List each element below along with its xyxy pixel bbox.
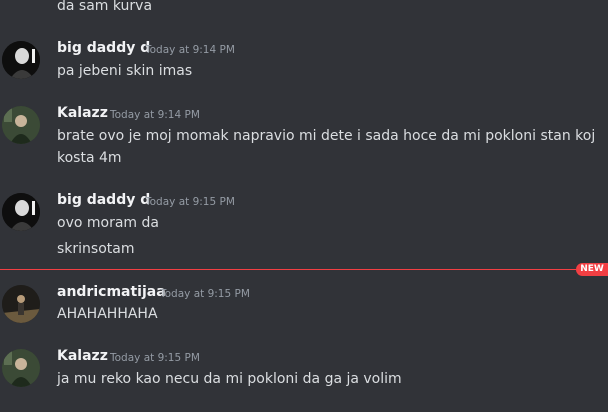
- message-text: kosta 4m: [57, 150, 122, 166]
- message-text: ovo moram da: [57, 215, 159, 231]
- avatar[interactable]: [2, 193, 40, 231]
- chat-messages: da sam kurva big daddy d Today at 9:14 P…: [0, 0, 608, 412]
- avatar[interactable]: [2, 106, 40, 144]
- message-timestamp: Today at 9:14 PM: [110, 109, 200, 121]
- new-messages-divider: [0, 269, 580, 270]
- message-author[interactable]: andricmatijaa: [57, 284, 166, 300]
- message-text: pa jebeni skin imas: [57, 63, 193, 79]
- message-timestamp: Today at 9:15 PM: [110, 352, 200, 364]
- message-author[interactable]: Kalazz: [57, 105, 108, 121]
- message-text: skrinsotam: [57, 241, 135, 257]
- avatar[interactable]: [2, 285, 40, 323]
- message-text: AHAHAHHAHA: [57, 306, 158, 322]
- message-author[interactable]: big daddy d: [57, 192, 150, 208]
- avatar[interactable]: [2, 349, 40, 387]
- message-author[interactable]: Kalazz: [57, 348, 108, 364]
- message-timestamp: Today at 9:15 PM: [160, 288, 250, 300]
- message-timestamp: Today at 9:15 PM: [145, 196, 235, 208]
- message-text: brate ovo je moj momak napravio mi dete …: [57, 128, 596, 144]
- message-author[interactable]: big daddy d: [57, 40, 150, 56]
- message-text: ja mu reko kao necu da mi pokloni da ga …: [57, 371, 402, 387]
- new-badge: NEW: [576, 263, 608, 276]
- message-text: da sam kurva: [57, 0, 153, 14]
- message-timestamp: Today at 9:14 PM: [145, 44, 235, 56]
- avatar[interactable]: [2, 41, 40, 79]
